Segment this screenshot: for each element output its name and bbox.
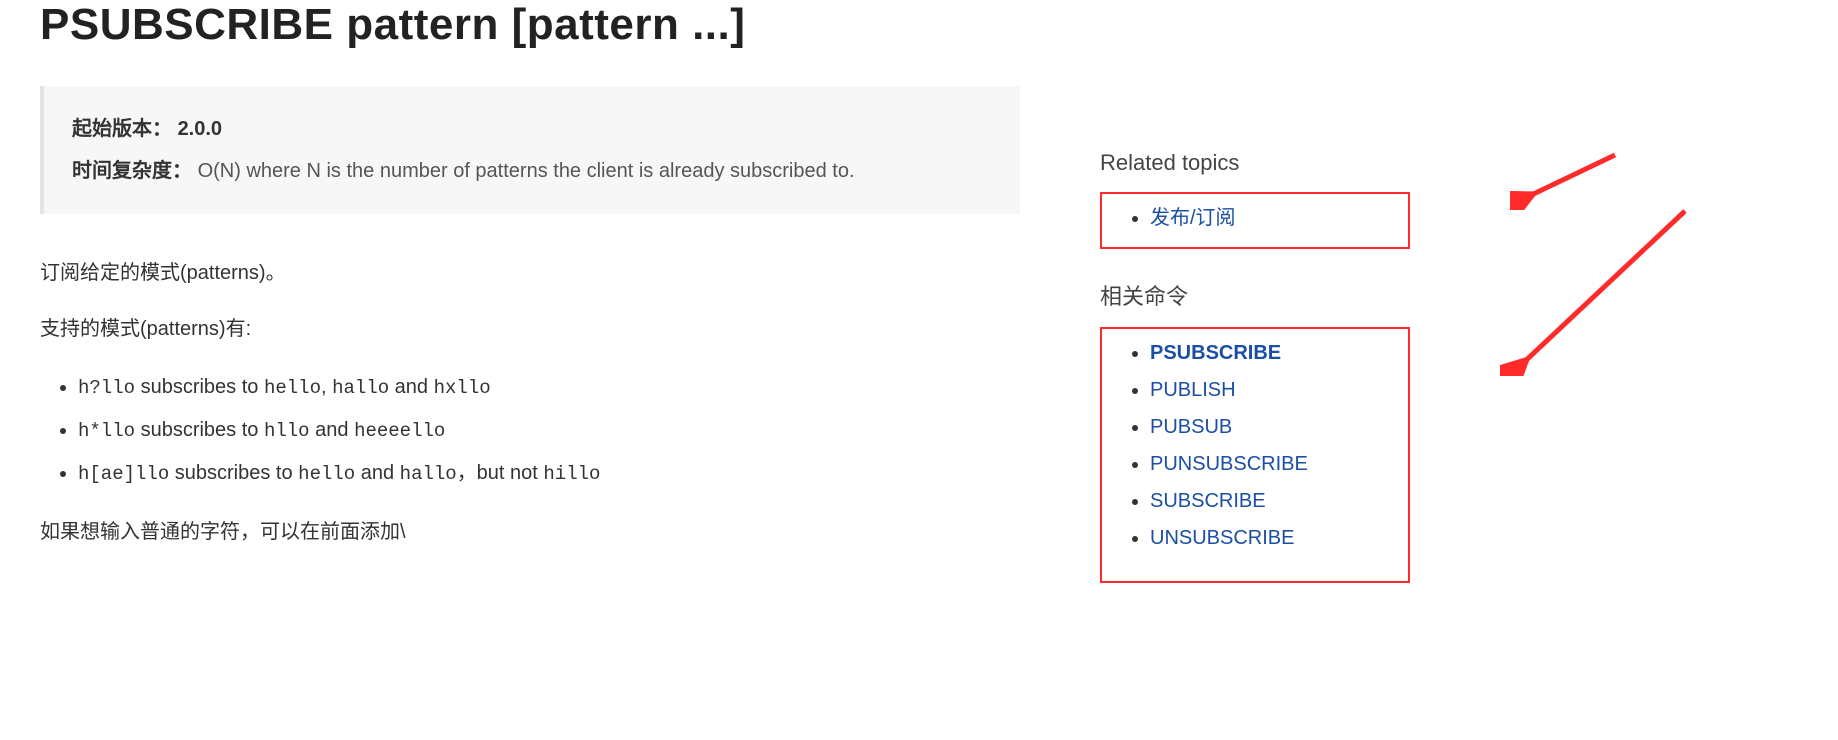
command-item: SUBSCRIBE bbox=[1150, 483, 1394, 520]
complexity-label: 时间复杂度： bbox=[72, 160, 192, 182]
command-link[interactable]: PUNSUBSCRIBE bbox=[1150, 453, 1308, 475]
pattern-example: h*llo subscribes to hllo and heeeello bbox=[78, 409, 1020, 452]
command-item: PUNSUBSCRIBE bbox=[1150, 446, 1394, 483]
related-topics-box: 发布/订阅 bbox=[1100, 192, 1410, 249]
pattern-examples-list: h?llo subscribes to hello, hallo and hxl… bbox=[40, 366, 1020, 495]
paragraph: 支持的模式(patterns)有: bbox=[40, 310, 1020, 348]
since-value: 2.0.0 bbox=[178, 118, 222, 140]
code-literal: hllo bbox=[264, 420, 310, 442]
sidebar: Related topics 发布/订阅 相关命令 PSUBSCRIBE PUBL… bbox=[1100, 0, 1520, 583]
related-topics-title: Related topics bbox=[1100, 150, 1520, 176]
page: PSUBSCRIBE pattern [pattern ...] 起始版本： 2… bbox=[40, 0, 1798, 583]
related-commands-list: PSUBSCRIBE PUBLISH PUBSUB PUNSUBSCRIBE SUBSC… bbox=[1116, 335, 1394, 557]
pattern-example: h[ae]llo subscribes to hello and hallo，b… bbox=[78, 452, 1020, 495]
since-box: 起始版本： 2.0.0 时间复杂度： O(N) where N is the n… bbox=[40, 86, 1020, 214]
command-item: PUBSUB bbox=[1150, 409, 1394, 446]
command-link[interactable]: PSUBSCRIBE bbox=[1150, 342, 1281, 364]
command-link[interactable]: SUBSCRIBE bbox=[1150, 490, 1266, 512]
page-title: PSUBSCRIBE pattern [pattern ...] bbox=[40, 0, 1020, 50]
body-text: 订阅给定的模式(patterns)。 支持的模式(patterns)有: h?l… bbox=[40, 254, 1020, 551]
command-item: PUBLISH bbox=[1150, 372, 1394, 409]
paragraph: 订阅给定的模式(patterns)。 bbox=[40, 254, 1020, 292]
complexity-value: O(N) where N is the number of patterns t… bbox=[198, 160, 855, 182]
command-item: PSUBSCRIBE bbox=[1150, 335, 1394, 372]
related-commands-box: PSUBSCRIBE PUBLISH PUBSUB PUNSUBSCRIBE SUBSC… bbox=[1100, 327, 1410, 583]
command-link[interactable]: PUBSUB bbox=[1150, 416, 1232, 438]
code-literal: hello bbox=[264, 377, 321, 399]
code-literal: hello bbox=[298, 463, 355, 485]
annotation-arrow-icon bbox=[1500, 206, 1690, 376]
related-commands-title: 相关命令 bbox=[1100, 279, 1520, 311]
code-literal: heeeello bbox=[354, 420, 445, 442]
since-label: 起始版本： bbox=[72, 118, 172, 140]
paragraph: 如果想输入普通的字符，可以在前面添加\ bbox=[40, 513, 1020, 551]
related-topics-list: 发布/订阅 bbox=[1116, 200, 1394, 237]
code-literal: hxllo bbox=[434, 377, 491, 399]
code-pattern: h*llo bbox=[78, 420, 135, 442]
code-pattern: h?llo bbox=[78, 377, 135, 399]
command-link[interactable]: PUBLISH bbox=[1150, 379, 1236, 401]
pattern-example: h?llo subscribes to hello, hallo and hxl… bbox=[78, 366, 1020, 409]
related-topic-link[interactable]: 发布/订阅 bbox=[1150, 207, 1236, 229]
code-literal: hillo bbox=[543, 463, 600, 485]
code-literal: hallo bbox=[400, 463, 457, 485]
main-content: PSUBSCRIBE pattern [pattern ...] 起始版本： 2… bbox=[40, 0, 1020, 569]
command-link[interactable]: UNSUBSCRIBE bbox=[1150, 527, 1294, 549]
command-item: UNSUBSCRIBE bbox=[1150, 520, 1394, 557]
code-pattern: h[ae]llo bbox=[78, 463, 169, 485]
annotation-arrow-icon bbox=[1510, 150, 1620, 210]
related-topic-item: 发布/订阅 bbox=[1150, 200, 1394, 237]
code-literal: hallo bbox=[332, 377, 389, 399]
